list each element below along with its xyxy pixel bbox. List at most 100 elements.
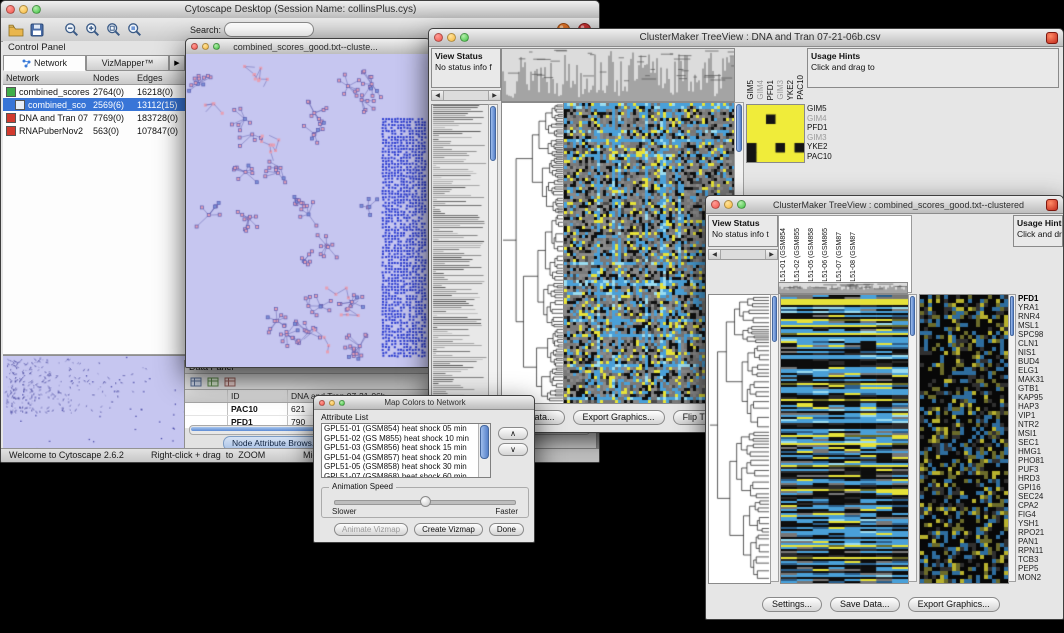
gene-label[interactable]: VIP1 <box>1018 411 1064 420</box>
minimize-button[interactable] <box>724 200 733 209</box>
attribute-list-scrollbar[interactable] <box>478 424 490 477</box>
dialog-button[interactable]: Animate Vizmap <box>334 523 408 536</box>
gene-label[interactable]: PUF3 <box>1018 465 1064 474</box>
zoom-button[interactable] <box>213 43 220 50</box>
scroll-left-arrow[interactable]: ◀ <box>432 91 444 100</box>
column-dendrogram-canvas[interactable] <box>501 48 735 102</box>
close-button[interactable] <box>191 43 198 50</box>
zoom-in-icon[interactable] <box>83 21 101 39</box>
close-button[interactable] <box>6 5 15 14</box>
zoom-fit-icon[interactable] <box>104 21 122 39</box>
matrix-column-label[interactable]: GIM3 <box>776 80 785 100</box>
dendrogram-vscrollbar[interactable] <box>770 294 779 582</box>
gene-label[interactable]: FIG4 <box>1018 510 1064 519</box>
gene-label[interactable]: BUD4 <box>1018 357 1064 366</box>
close-button[interactable] <box>434 33 443 42</box>
zoom-button[interactable] <box>737 200 746 209</box>
treeview-button[interactable]: Export Graphics... <box>573 410 665 425</box>
gene-label[interactable]: SPC98 <box>1018 330 1064 339</box>
minimize-button[interactable] <box>329 400 335 406</box>
column-dendrogram-canvas[interactable] <box>778 282 908 294</box>
gene-label[interactable]: PFD1 <box>1018 294 1064 303</box>
zoom-button[interactable] <box>460 33 469 42</box>
search-input[interactable] <box>224 22 314 37</box>
tree-overview-scrollbar[interactable]: ◀ ▶ <box>708 249 778 260</box>
zoom-out-icon[interactable] <box>62 21 80 39</box>
gene-label[interactable]: GTB1 <box>1018 384 1064 393</box>
gene-label[interactable]: HMG1 <box>1018 447 1064 456</box>
select-attributes-icon[interactable] <box>189 375 203 389</box>
zoom-button[interactable] <box>32 5 41 14</box>
gene-label[interactable]: GPI16 <box>1018 483 1064 492</box>
network-row[interactable]: RNAPuberNov2 563(0) 107847(0) <box>3 124 185 137</box>
network-view-titlebar[interactable]: combined_scores_good.txt--cluste... <box>186 39 430 55</box>
heatmap-vscrollbar[interactable] <box>908 294 917 582</box>
attribute-item[interactable]: GPL51-01 (GSM854) heat shock 05 min <box>322 424 479 434</box>
animation-speed-slider[interactable] <box>334 500 516 505</box>
tab-overflow-arrow[interactable]: ▶ <box>169 55 185 71</box>
matrix-column-label[interactable]: PAC10 <box>796 75 804 100</box>
gene-label[interactable]: SEC24 <box>1018 492 1064 501</box>
attribute-item[interactable]: GPL51-07 (GSM868) heat shock 60 min <box>322 472 479 479</box>
gene-label[interactable]: KAP95 <box>1018 393 1064 402</box>
create-attribute-icon[interactable] <box>206 375 220 389</box>
treeview-combined-window[interactable]: ClusterMaker TreeView : combined_scores_… <box>705 195 1064 620</box>
matrix-row-label[interactable]: GIM5 <box>807 104 847 114</box>
dialog-button[interactable]: Done <box>489 523 524 536</box>
scroll-right-arrow[interactable]: ▶ <box>488 91 500 100</box>
gene-label[interactable]: TCB3 <box>1018 555 1064 564</box>
treeview-button[interactable]: Export Graphics... <box>908 597 1000 612</box>
minimize-button[interactable] <box>202 43 209 50</box>
gene-label[interactable]: RPO21 <box>1018 528 1064 537</box>
attribute-item[interactable]: GPL51-04 (GSM857) heat shock 20 min <box>322 453 479 463</box>
gene-label[interactable]: RPN11 <box>1018 546 1064 555</box>
matrix-row-label[interactable]: GIM3 <box>807 133 847 143</box>
attribute-list[interactable]: GPL51-01 (GSM854) heat shock 05 minGPL51… <box>321 423 491 478</box>
tree-overview-thumbnail[interactable] <box>431 104 489 406</box>
gene-label[interactable]: YSH1 <box>1018 519 1064 528</box>
delete-attribute-icon[interactable] <box>223 375 237 389</box>
treeview-combined-titlebar[interactable]: ClusterMaker TreeView : combined_scores_… <box>706 196 1063 214</box>
network-row[interactable]: combined_scores 2764(0) 16218(0) <box>3 85 185 98</box>
dialog-titlebar[interactable]: Map Colors to Network <box>314 396 534 410</box>
close-button[interactable] <box>711 200 720 209</box>
treeview-dna-titlebar[interactable]: ClusterMaker TreeView : DNA and Tran 07-… <box>429 29 1063 47</box>
move-down-button[interactable]: ∨ <box>498 443 528 456</box>
attribute-item[interactable]: GPL51-05 (GSM858) heat shock 30 min <box>322 462 479 472</box>
matrix-row-label[interactable]: YKE2 <box>807 142 847 152</box>
matrix-column-label[interactable]: GIM5 <box>746 80 755 100</box>
attribute-item[interactable]: GPL51-02 (GS M855) heat shock 10 min <box>322 434 479 444</box>
gene-label[interactable]: CPA2 <box>1018 501 1064 510</box>
gene-label[interactable]: MSL1 <box>1018 321 1064 330</box>
zoom-button[interactable] <box>339 400 345 406</box>
gene-label[interactable]: RNR4 <box>1018 312 1064 321</box>
heatmap-canvas[interactable] <box>780 294 909 584</box>
gene-label[interactable]: PAN1 <box>1018 537 1064 546</box>
matrix-column-label[interactable]: GIM4 <box>756 80 765 100</box>
map-colors-dialog[interactable]: Map Colors to Network Attribute List GPL… <box>313 395 535 543</box>
gene-label[interactable]: MSI1 <box>1018 429 1064 438</box>
move-up-button[interactable]: ∧ <box>498 427 528 440</box>
close-button[interactable] <box>319 400 325 406</box>
minimize-button[interactable] <box>19 5 28 14</box>
matrix-column-label[interactable]: YKE2 <box>786 80 795 100</box>
matrix-row-label[interactable]: PFD1 <box>807 123 847 133</box>
scroll-right-arrow[interactable]: ▶ <box>765 250 777 259</box>
gene-label[interactable]: CLN1 <box>1018 339 1064 348</box>
gene-label[interactable]: MAK31 <box>1018 375 1064 384</box>
overview-vscrollbar[interactable] <box>488 104 498 404</box>
scroll-left-arrow[interactable]: ◀ <box>709 250 721 259</box>
network-graph-canvas[interactable] <box>186 54 430 367</box>
gene-label[interactable]: ELG1 <box>1018 366 1064 375</box>
row-dendrogram-canvas[interactable] <box>708 294 771 584</box>
zoom-selected-icon[interactable] <box>125 21 143 39</box>
tree-overview-scrollbar[interactable]: ◀ ▶ <box>431 90 501 101</box>
gene-label[interactable]: PEP5 <box>1018 564 1064 573</box>
gene-label[interactable]: PHO81 <box>1018 456 1064 465</box>
dialog-button[interactable]: Create Vizmap <box>414 523 483 536</box>
network-row[interactable]: combined_sco 2569(6) 13112(15) <box>3 98 185 111</box>
treeview-button[interactable]: Settings... <box>762 597 822 612</box>
gene-label[interactable]: NTR2 <box>1018 420 1064 429</box>
matrix-row-label[interactable]: GIM4 <box>807 114 847 124</box>
global-vscrollbar[interactable] <box>1008 294 1016 582</box>
